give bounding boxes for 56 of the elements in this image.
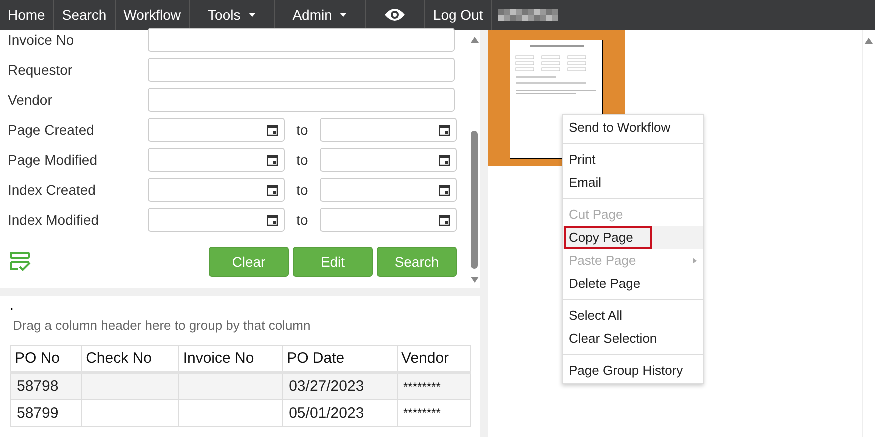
field-label: Invoice No bbox=[8, 32, 76, 48]
menu-item[interactable]: Send to Workflow bbox=[563, 116, 703, 139]
range-separator: to bbox=[296, 152, 310, 168]
range-separator: to bbox=[296, 182, 310, 198]
marker-text: . bbox=[10, 296, 15, 310]
menu-item[interactable]: Print bbox=[563, 148, 703, 171]
table-cell: 58799 bbox=[10, 400, 82, 426]
menu-item[interactable]: Copy Page bbox=[563, 226, 703, 249]
menu-item[interactable]: Clear Selection bbox=[563, 327, 703, 350]
date-field[interactable] bbox=[148, 178, 285, 202]
input-field[interactable] bbox=[148, 28, 455, 52]
eye-icon bbox=[384, 7, 406, 23]
menu-item[interactable]: Select All bbox=[563, 304, 703, 327]
table-cell: 58798 bbox=[10, 372, 82, 400]
caret-icon bbox=[340, 13, 348, 17]
scroll-down-icon[interactable] bbox=[471, 277, 479, 283]
scroll-up-icon[interactable] bbox=[471, 37, 479, 43]
input-field[interactable] bbox=[148, 58, 455, 82]
menu-item[interactable]: Email bbox=[563, 171, 703, 194]
field-label: Page Modified bbox=[8, 152, 99, 168]
group-hint: Drag a column header here to group by that column bbox=[13, 318, 312, 333]
calendar-icon bbox=[267, 184, 278, 196]
table-cell: ******** bbox=[397, 372, 470, 400]
date-field[interactable] bbox=[320, 178, 457, 202]
input-field[interactable] bbox=[148, 88, 455, 112]
scrollbar-thumb[interactable] bbox=[471, 131, 478, 269]
scroll-up-icon[interactable] bbox=[865, 38, 873, 44]
table-cell: ******** bbox=[397, 400, 470, 426]
range-separator: to bbox=[296, 122, 310, 138]
range-separator: to bbox=[296, 212, 310, 228]
date-field[interactable] bbox=[320, 118, 457, 142]
checklist-icon[interactable] bbox=[10, 252, 32, 272]
menu-item[interactable]: Delete Page bbox=[563, 272, 703, 295]
calendar-icon bbox=[439, 124, 450, 136]
calendar-icon bbox=[267, 124, 278, 136]
field-label: Vendor bbox=[8, 92, 54, 108]
date-field[interactable] bbox=[148, 148, 285, 172]
calendar-icon bbox=[439, 154, 450, 166]
table-cell: 05/01/2023 bbox=[282, 400, 398, 426]
calendar-icon bbox=[439, 214, 450, 226]
date-field[interactable] bbox=[148, 118, 285, 142]
submenu-arrow-icon bbox=[693, 258, 697, 264]
redacted-username bbox=[498, 9, 558, 21]
caret-icon bbox=[248, 13, 256, 17]
date-field[interactable] bbox=[148, 208, 285, 232]
calendar-icon bbox=[267, 154, 278, 166]
date-field[interactable] bbox=[320, 148, 457, 172]
date-field[interactable] bbox=[320, 208, 457, 232]
calendar-icon bbox=[439, 184, 450, 196]
field-label: Requestor bbox=[8, 62, 74, 78]
menu-item[interactable]: Page Group History bbox=[563, 359, 703, 382]
field-label: Index Created bbox=[8, 182, 97, 198]
table-cell: 03/27/2023 bbox=[282, 372, 398, 400]
field-label: Index Modified bbox=[8, 212, 100, 228]
field-label: Page Created bbox=[8, 122, 96, 138]
calendar-icon bbox=[267, 214, 278, 226]
